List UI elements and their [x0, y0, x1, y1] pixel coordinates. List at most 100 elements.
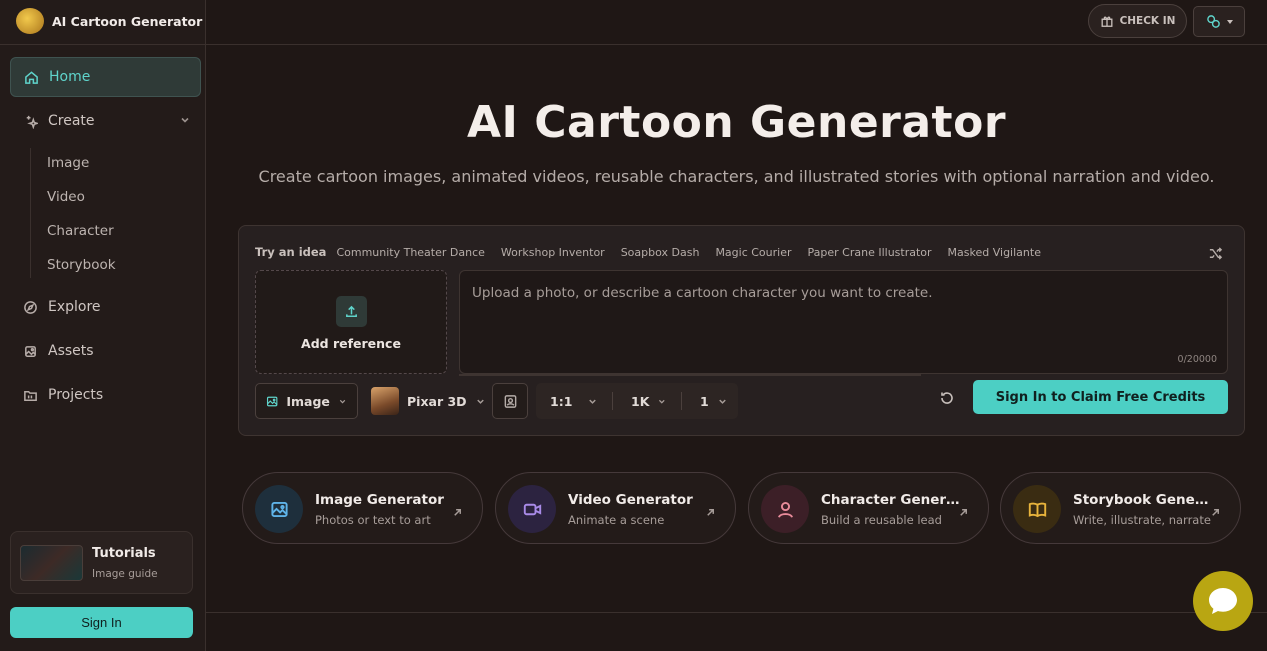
- book-open-icon: [1013, 485, 1061, 533]
- add-reference-label: Add reference: [301, 336, 401, 351]
- style-thumbnail: [371, 387, 399, 415]
- chevron-down-icon: [719, 399, 726, 404]
- card-subtitle: Photos or text to art: [315, 513, 431, 527]
- user-icon: [761, 485, 809, 533]
- sidebar-subitem-character[interactable]: Character: [47, 221, 114, 241]
- video-camera-icon: [508, 485, 556, 533]
- idea-chip[interactable]: Soapbox Dash: [621, 246, 700, 259]
- home-icon: [23, 69, 39, 85]
- sidebar-item-explore[interactable]: Explore: [10, 287, 201, 327]
- brand-logo-icon: [16, 8, 44, 34]
- idea-chip[interactable]: Workshop Inventor: [501, 246, 605, 259]
- resolution-value: 1K: [631, 393, 650, 409]
- output-settings: 1:1 1K 1: [536, 383, 738, 419]
- card-subtitle: Build a reusable lead: [821, 513, 942, 527]
- sidebar-item-projects[interactable]: Projects: [10, 375, 201, 415]
- quantity-value: 1: [700, 393, 709, 409]
- page-subtitle: Create cartoon images, animated videos, …: [258, 167, 1215, 186]
- segment-divider: [612, 392, 613, 410]
- prompt-input[interactable]: [460, 271, 1227, 373]
- image-generator-card[interactable]: Image Generator Photos or text to art: [242, 472, 483, 544]
- composer-panel: Try an idea Community Theater Dance Work…: [238, 225, 1245, 436]
- character-count: 0/20000: [1177, 354, 1217, 365]
- quantity-dropdown[interactable]: 1: [686, 383, 738, 419]
- idea-list: Try an idea Community Theater Dance Work…: [255, 245, 1041, 259]
- footer-divider: [206, 612, 1267, 613]
- brand[interactable]: AI Cartoon Generator: [16, 8, 202, 34]
- aspect-ratio-value: 1:1: [550, 393, 573, 409]
- arrow-up-right-icon: [705, 503, 717, 516]
- chevron-down-icon: [476, 399, 484, 404]
- resolution-dropdown[interactable]: 1K: [617, 383, 677, 419]
- card-title: Image Generator: [315, 492, 444, 508]
- chevron-down-icon: [339, 399, 346, 403]
- gift-icon: [1101, 16, 1113, 27]
- sidebar-item-assets[interactable]: Assets: [10, 331, 201, 371]
- translate-icon: [1206, 15, 1220, 28]
- sidebar-divider: [0, 44, 206, 45]
- sidebar-item-home[interactable]: Home: [10, 57, 201, 97]
- sidebar-subitem-video[interactable]: Video: [47, 187, 85, 207]
- arrow-up-right-icon: [452, 503, 464, 516]
- compass-icon: [22, 299, 38, 315]
- caret-down-icon: [1226, 19, 1233, 24]
- tutorials-title: Tutorials: [92, 546, 156, 561]
- sidebar-item-label: Create: [48, 113, 95, 129]
- sidebar-item-label: Home: [49, 69, 91, 85]
- chevron-down-icon: [179, 114, 191, 126]
- tutorials-card[interactable]: Tutorials Image guide: [10, 531, 193, 594]
- language-selector[interactable]: [1193, 6, 1245, 37]
- segment-divider: [681, 392, 682, 410]
- shuffle-icon[interactable]: [1208, 246, 1224, 262]
- chat-widget-button[interactable]: [1193, 571, 1253, 631]
- idea-label: Try an idea: [255, 245, 327, 259]
- portrait-icon: [504, 394, 516, 408]
- upload-icon: [336, 296, 367, 327]
- sidebar-item-label: Projects: [48, 387, 104, 403]
- idea-chip[interactable]: Masked Vigilante: [948, 246, 1041, 259]
- sidebar-subitem-image[interactable]: Image: [47, 153, 89, 173]
- card-title: Character Generator: [821, 492, 961, 508]
- reset-icon[interactable]: [939, 390, 957, 408]
- app-root: AI Cartoon Generator Home Create Image V…: [0, 0, 1267, 651]
- brand-name: AI Cartoon Generator: [52, 13, 203, 29]
- check-in-label: CHECK IN: [1119, 15, 1176, 27]
- chat-bubble-icon: [1209, 588, 1237, 614]
- card-title: Storybook Generator: [1073, 492, 1213, 508]
- card-title: Video Generator: [568, 492, 693, 508]
- add-reference-dropzone[interactable]: Add reference: [255, 270, 447, 374]
- video-generator-card[interactable]: Video Generator Animate a scene: [495, 472, 736, 544]
- image-icon: [266, 396, 278, 406]
- sidebar-item-create[interactable]: Create: [10, 101, 201, 141]
- idea-chip[interactable]: Paper Crane Illustrator: [808, 246, 932, 259]
- sidebar-item-label: Assets: [48, 343, 94, 359]
- style-dropdown[interactable]: Pixar 3D: [371, 383, 486, 419]
- character-generator-card[interactable]: Character Generator Build a reusable lea…: [748, 472, 989, 544]
- sidebar-subitem-storybook[interactable]: Storybook: [47, 255, 116, 275]
- aspect-ratio-dropdown[interactable]: 1:1: [536, 383, 608, 419]
- mode-dropdown[interactable]: Image: [255, 383, 358, 419]
- sidebar-item-label: Explore: [48, 299, 101, 315]
- card-subtitle: Animate a scene: [568, 513, 665, 527]
- prompt-underline: [459, 374, 921, 376]
- character-reference-button[interactable]: [492, 383, 528, 419]
- arrow-up-right-icon: [1210, 503, 1222, 516]
- sidebar: AI Cartoon Generator Home Create Image V…: [0, 0, 206, 651]
- idea-chip[interactable]: Community Theater Dance: [336, 246, 484, 259]
- submenu-guide-line: [30, 148, 31, 278]
- mode-value: Image: [286, 393, 330, 409]
- sign-in-button[interactable]: Sign In: [10, 607, 193, 638]
- tutorials-thumbnail: [20, 545, 83, 581]
- arrow-up-right-icon: [958, 503, 970, 516]
- sparkles-icon: [22, 113, 38, 129]
- storybook-generator-card[interactable]: Storybook Generator Write, illustrate, n…: [1000, 472, 1241, 544]
- claim-credits-button[interactable]: Sign In to Claim Free Credits: [973, 380, 1228, 414]
- prompt-box: 0/20000: [459, 270, 1228, 374]
- page-title: AI Cartoon Generator: [466, 97, 1007, 148]
- idea-chip[interactable]: Magic Courier: [715, 246, 791, 259]
- check-in-button[interactable]: CHECK IN: [1088, 4, 1187, 38]
- topbar: CHECK IN: [206, 0, 1267, 45]
- images-icon: [22, 343, 38, 359]
- chevron-down-icon: [659, 399, 666, 404]
- tutorials-subtitle: Image guide: [92, 568, 158, 580]
